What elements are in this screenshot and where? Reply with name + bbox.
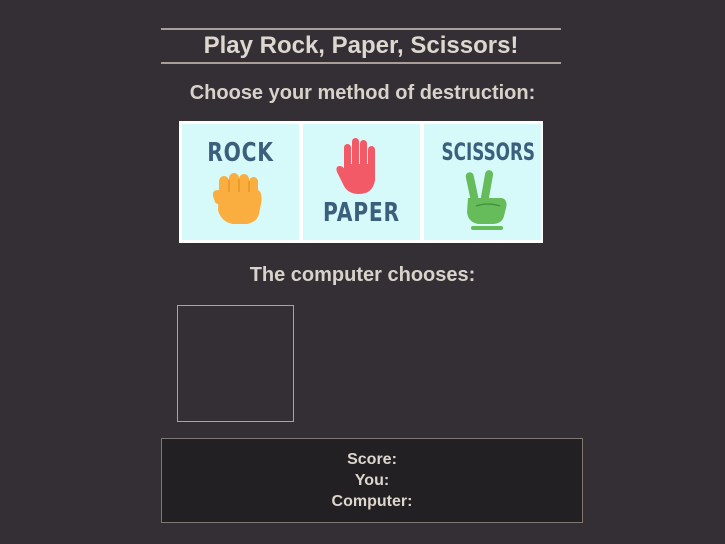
page-title: Play Rock, Paper, Scissors!: [203, 32, 519, 59]
rock-label: ROCK: [207, 138, 274, 168]
scoreboard: Score: You: Computer:: [161, 438, 583, 523]
score-label: Score:: [347, 451, 397, 468]
computer-choice-display: [177, 305, 294, 422]
scissors-label: SCISSORS: [441, 138, 535, 166]
open-hand-icon: [336, 138, 375, 194]
rock-choice-button[interactable]: ROCK: [182, 124, 299, 240]
choose-heading: Choose your method of destruction:: [189, 82, 536, 104]
choice-panel: ROCK PAPER SCISSORS: [179, 121, 543, 243]
peace-hand-icon: [465, 170, 507, 230]
you-score-label: You:: [354, 472, 390, 489]
paper-label: PAPER: [323, 198, 400, 228]
fist-icon: [213, 173, 262, 224]
computer-score-label: Computer:: [331, 493, 413, 510]
computer-heading: The computer chooses:: [249, 264, 476, 286]
title-bar: Play Rock, Paper, Scissors!: [161, 28, 561, 64]
scissors-choice-button[interactable]: SCISSORS: [424, 124, 541, 240]
paper-choice-button[interactable]: PAPER: [303, 124, 420, 240]
